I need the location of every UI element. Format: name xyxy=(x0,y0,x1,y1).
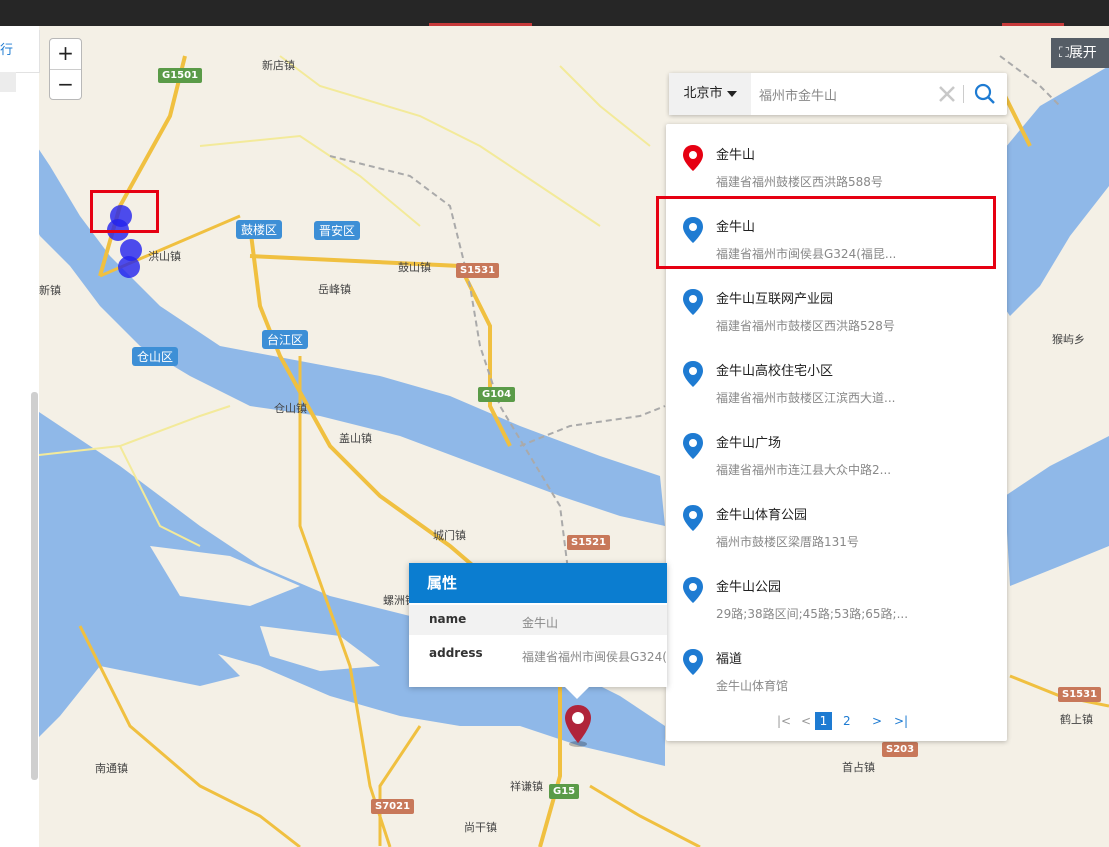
place-label: 新镇 xyxy=(39,284,61,297)
search-divider xyxy=(963,85,964,103)
result-address: 福建省福州市鼓楼区江滨西大道... xyxy=(716,391,896,405)
district-label: 鼓楼区 xyxy=(236,220,283,239)
top-tab-active[interactable] xyxy=(429,0,532,26)
place-label: 洪山镇 xyxy=(148,250,181,263)
result-address: 福建省福州市连江县大众中路2... xyxy=(716,463,892,477)
zoom-out-button[interactable]: − xyxy=(50,70,81,100)
annotation-box-markers xyxy=(90,190,159,233)
popup-key: name xyxy=(429,612,467,626)
location-pin-icon xyxy=(683,577,703,603)
result-item[interactable]: 金牛山福建省福州鼓楼区西洪路588号 xyxy=(666,124,1007,194)
result-address: 福州市鼓楼区梁厝路131号 xyxy=(716,535,859,549)
place-label: 南通镇 xyxy=(95,762,128,775)
popup-key: address xyxy=(429,646,483,660)
result-address: 29路;38路区间;45路;53路;65路;... xyxy=(716,607,909,621)
location-pin-icon xyxy=(683,289,703,315)
place-label: 新店镇 xyxy=(262,59,295,72)
left-panel-tab[interactable]: 行 xyxy=(0,30,40,73)
place-label: 尚干镇 xyxy=(464,821,497,834)
district-label: 台江区 xyxy=(262,330,309,349)
result-address: 福建省福州鼓楼区西洪路588号 xyxy=(716,175,883,189)
location-pin-icon xyxy=(683,505,703,531)
search-input[interactable] xyxy=(759,83,929,105)
place-label: 猴屿乡 xyxy=(1052,333,1085,346)
location-pin-icon xyxy=(683,145,703,171)
road-shield: S1521 xyxy=(567,535,611,550)
result-address: 金牛山体育馆 xyxy=(716,679,789,693)
district-label: 晋安区 xyxy=(314,221,361,240)
result-title: 金牛山高校住宅小区 xyxy=(716,364,834,379)
expand-icon: ⛶ xyxy=(1059,45,1069,61)
caret-down-icon xyxy=(726,90,737,97)
popup-row-name: name 金牛山 xyxy=(409,605,667,635)
zoom-in-button[interactable]: + xyxy=(50,39,81,70)
result-item[interactable]: 金牛山高校住宅小区福建省福州市鼓楼区江滨西大道... xyxy=(666,340,1007,410)
page-2-button[interactable]: 2 xyxy=(843,712,851,730)
expand-label: 展开 xyxy=(1068,45,1097,61)
result-title: 金牛山广场 xyxy=(716,436,782,451)
left-scrollbar[interactable] xyxy=(31,392,38,780)
result-title: 金牛山互联网产业园 xyxy=(716,292,834,307)
result-item[interactable]: 福道 金牛山体育馆 xyxy=(666,628,1007,698)
place-label: 鼓山镇 xyxy=(398,261,431,274)
result-title: 金牛山公园 xyxy=(716,580,782,595)
city-dropdown[interactable]: 北京市 xyxy=(669,73,751,115)
result-title: 福道 xyxy=(716,652,743,667)
location-pin-icon xyxy=(683,361,703,387)
zoom-control: + − xyxy=(49,38,82,100)
road-shield: G104 xyxy=(478,387,516,402)
road-shield: S1531 xyxy=(456,263,500,278)
place-label: 鹤上镇 xyxy=(1060,713,1093,726)
road-shield: S203 xyxy=(882,742,919,757)
result-item[interactable]: 金牛山广场福建省福州市连江县大众中路2... xyxy=(666,412,1007,482)
top-tab-right[interactable] xyxy=(1002,0,1064,26)
popup-tail xyxy=(565,687,589,699)
result-address: 福建省福州市鼓楼区西洪路528号 xyxy=(716,319,895,333)
top-nav-bar xyxy=(0,0,1109,26)
first-page-button[interactable]: |< xyxy=(777,712,791,730)
road-shield: S7021 xyxy=(371,799,415,814)
place-label: 仓山镇 xyxy=(274,402,307,415)
result-title: 金牛山体育公园 xyxy=(716,508,808,523)
pagination: |< < 1 2 > >| xyxy=(666,712,1007,732)
place-label: 首占镇 xyxy=(842,761,875,774)
result-item[interactable]: 金牛山体育公园福州市鼓楼区梁厝路131号 xyxy=(666,484,1007,554)
road-shield: G1501 xyxy=(158,68,203,83)
district-label: 仓山区 xyxy=(132,347,179,366)
location-pin-icon xyxy=(683,433,703,459)
annotation-box-result xyxy=(656,196,996,269)
place-label: 城门镇 xyxy=(433,529,466,542)
place-label: 盖山镇 xyxy=(339,432,372,445)
prev-page-button[interactable]: < xyxy=(801,712,811,730)
road-shield: S1531 xyxy=(1058,687,1102,702)
result-item[interactable]: 金牛山互联网产业园福建省福州市鼓楼区西洪路528号 xyxy=(666,268,1007,338)
popup-value: 福建省福州市闽侯县G324(福昆... xyxy=(522,650,667,664)
search-box: 北京市 xyxy=(669,73,1007,115)
result-title: 金牛山 xyxy=(716,148,756,163)
popup-value: 金牛山 xyxy=(522,616,559,630)
last-page-button[interactable]: >| xyxy=(894,712,908,730)
city-label: 北京市 xyxy=(683,86,723,101)
search-icon[interactable] xyxy=(973,82,997,106)
map-pin-icon[interactable] xyxy=(562,703,594,747)
attribute-popup: 属性 name 金牛山 address 福建省福州市闽侯县G324(福昆... xyxy=(409,563,667,687)
left-panel-gray-block xyxy=(0,72,16,92)
clear-icon[interactable] xyxy=(937,83,957,105)
place-label: 岳峰镇 xyxy=(318,283,351,296)
page-1-button[interactable]: 1 xyxy=(815,712,832,730)
left-panel-tab-label: 行 xyxy=(0,43,14,58)
popup-row-address: address 福建省福州市闽侯县G324(福昆... xyxy=(409,639,667,669)
location-pin-icon xyxy=(683,649,703,675)
expand-button[interactable]: ⛶展开 xyxy=(1051,38,1109,68)
popup-title: 属性 xyxy=(409,563,667,603)
road-shield: G15 xyxy=(549,784,580,799)
place-label: 祥谦镇 xyxy=(510,780,543,793)
next-page-button[interactable]: > xyxy=(872,712,882,730)
result-item[interactable]: 金牛山公园 29路;38路区间;45路;53路;65路;... xyxy=(666,556,1007,626)
